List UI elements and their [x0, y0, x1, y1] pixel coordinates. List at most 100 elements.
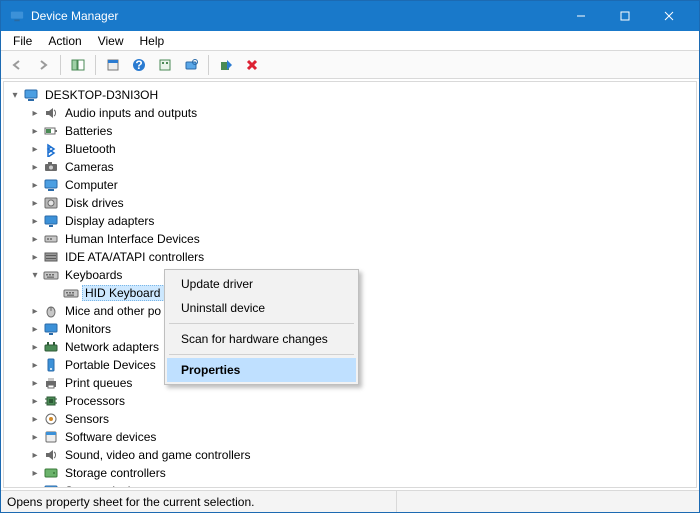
tree-category-label: Print queues: [62, 375, 135, 391]
tree-category-label: Network adapters: [62, 339, 162, 355]
uninstall-device-button[interactable]: [240, 53, 264, 77]
update-button[interactable]: [153, 53, 177, 77]
tree-category[interactable]: ▸IDE ATA/ATAPI controllers: [28, 248, 696, 266]
ctx-scan-hardware[interactable]: Scan for hardware changes: [167, 327, 356, 351]
tree-category[interactable]: ▸ Human Interface Devices: [28, 230, 696, 248]
expand-arrow-icon[interactable]: ▸: [28, 340, 42, 354]
tree-category-label: Display adapters: [62, 213, 157, 229]
expand-arrow-icon[interactable]: ▸: [28, 322, 42, 336]
tree-root-label: DESKTOP-D3NI3OH: [42, 87, 161, 103]
expand-arrow-icon[interactable]: ▸: [28, 376, 42, 390]
menu-view[interactable]: View: [90, 32, 132, 50]
expand-arrow-icon[interactable]: ▸: [28, 106, 42, 120]
tree-category-label: Monitors: [62, 321, 114, 337]
tree-category-label: Human Interface Devices: [62, 231, 203, 247]
tree-category-label: Keyboards: [62, 267, 125, 283]
menu-action[interactable]: Action: [40, 32, 89, 50]
ctx-update-driver[interactable]: Update driver: [167, 272, 356, 296]
tree-category[interactable]: ▸System devices: [28, 482, 696, 488]
maximize-button[interactable]: [603, 1, 647, 31]
tree-category-label: Audio inputs and outputs: [62, 105, 200, 121]
expand-arrow-icon[interactable]: ▸: [28, 160, 42, 174]
expand-arrow-icon[interactable]: ▸: [28, 196, 42, 210]
tree-category-label: Sound, video and game controllers: [62, 447, 253, 463]
nav-back-button[interactable]: [5, 53, 29, 77]
ctx-uninstall-device[interactable]: Uninstall device: [167, 296, 356, 320]
computer-icon: [23, 87, 39, 103]
status-bar: Opens property sheet for the current sel…: [1, 490, 699, 512]
minimize-button[interactable]: [559, 1, 603, 31]
expand-arrow-icon[interactable]: ▸: [28, 178, 42, 192]
close-button[interactable]: [647, 1, 691, 31]
expand-arrow-icon[interactable]: ▸: [28, 430, 42, 444]
tree-category-label: Processors: [62, 393, 128, 409]
tree-category-label: Portable Devices: [62, 357, 159, 373]
svg-text:?: ?: [135, 58, 142, 72]
expand-arrow-icon[interactable]: ▸: [28, 250, 42, 264]
tree-category[interactable]: ▸ Monitors: [28, 320, 696, 338]
expand-arrow-icon[interactable]: ▸: [28, 358, 42, 372]
expand-arrow-icon[interactable]: ▸: [28, 412, 42, 426]
context-menu: Update driver Uninstall device Scan for …: [164, 269, 359, 385]
menu-help[interactable]: Help: [132, 32, 173, 50]
mouse-icon: [43, 303, 59, 319]
show-hide-tree-button[interactable]: [66, 53, 90, 77]
expand-arrow-icon[interactable]: ▸: [28, 124, 42, 138]
expand-arrow-icon[interactable]: ▸: [28, 232, 42, 246]
expand-arrow-icon[interactable]: ▸: [28, 466, 42, 480]
expand-arrow-icon[interactable]: ▸: [28, 304, 42, 318]
sound-icon: [43, 447, 59, 463]
tree-category[interactable]: ▸Computer: [28, 176, 696, 194]
device-tree-view[interactable]: ▾DESKTOP-D3NI3OH▸Audio inputs and output…: [3, 81, 697, 488]
scan-hardware-button[interactable]: [179, 53, 203, 77]
printq-icon: [43, 375, 59, 391]
expand-arrow-icon[interactable]: ▸: [28, 214, 42, 228]
tree-category[interactable]: ▸ Print queues: [28, 374, 696, 392]
ctx-properties[interactable]: Properties: [167, 358, 356, 382]
tree-category[interactable]: ▸Sensors: [28, 410, 696, 428]
window-title: Device Manager: [31, 9, 118, 23]
tree-category[interactable]: ▸ Network adapters: [28, 338, 696, 356]
tree-category-label: Bluetooth: [62, 141, 119, 157]
expand-arrow-icon[interactable]: ▸: [28, 394, 42, 408]
tree-category[interactable]: ▸ Software devices: [28, 428, 696, 446]
computer-icon: [43, 177, 59, 193]
title-bar[interactable]: Device Manager: [1, 1, 699, 31]
tree-category[interactable]: ▸ Audio inputs and outputs: [28, 104, 696, 122]
tree-category[interactable]: ▸ Storage controllers: [28, 464, 696, 482]
tree-category[interactable]: ▸ Display adapters: [28, 212, 696, 230]
keyboard-icon: [63, 285, 79, 301]
tree-category[interactable]: ▸ Bluetooth: [28, 140, 696, 158]
tree-category[interactable]: ▾ Keyboards: [28, 266, 696, 284]
sensor-icon: [43, 411, 59, 427]
expand-arrow-icon[interactable]: ▸: [28, 448, 42, 462]
expand-arrow-icon[interactable]: ▾: [28, 268, 42, 282]
tree-category[interactable]: ▸Mice and other po: [28, 302, 696, 320]
ctx-separator: [169, 354, 354, 355]
properties-button[interactable]: [101, 53, 125, 77]
expand-arrow-icon[interactable]: ▸: [28, 142, 42, 156]
status-text: Opens property sheet for the current sel…: [7, 491, 397, 512]
tree-category[interactable]: ▸Disk drives: [28, 194, 696, 212]
nav-forward-button[interactable]: [31, 53, 55, 77]
tree-category-label: Storage controllers: [62, 465, 169, 481]
tree-root[interactable]: ▾DESKTOP-D3NI3OH: [8, 86, 696, 104]
expand-arrow-icon[interactable]: ▸: [28, 484, 42, 488]
monitor-icon: [43, 321, 59, 337]
tree-device[interactable]: HID Keyboard Device: [48, 284, 696, 302]
display-icon: [43, 213, 59, 229]
menu-file[interactable]: File: [5, 32, 40, 50]
storage-icon: [43, 465, 59, 481]
tree-category[interactable]: ▸ Portable Devices: [28, 356, 696, 374]
tree-category[interactable]: ▸ Processors: [28, 392, 696, 410]
audio-icon: [43, 105, 59, 121]
help-button[interactable]: ?: [127, 53, 151, 77]
enable-device-button[interactable]: [214, 53, 238, 77]
ide-icon: [43, 249, 59, 265]
network-icon: [43, 339, 59, 355]
tree-category[interactable]: ▸Batteries: [28, 122, 696, 140]
ctx-separator: [169, 323, 354, 324]
tree-category-label: Software devices: [62, 429, 159, 445]
tree-category[interactable]: ▸ Sound, video and game controllers: [28, 446, 696, 464]
tree-category[interactable]: ▸Cameras: [28, 158, 696, 176]
